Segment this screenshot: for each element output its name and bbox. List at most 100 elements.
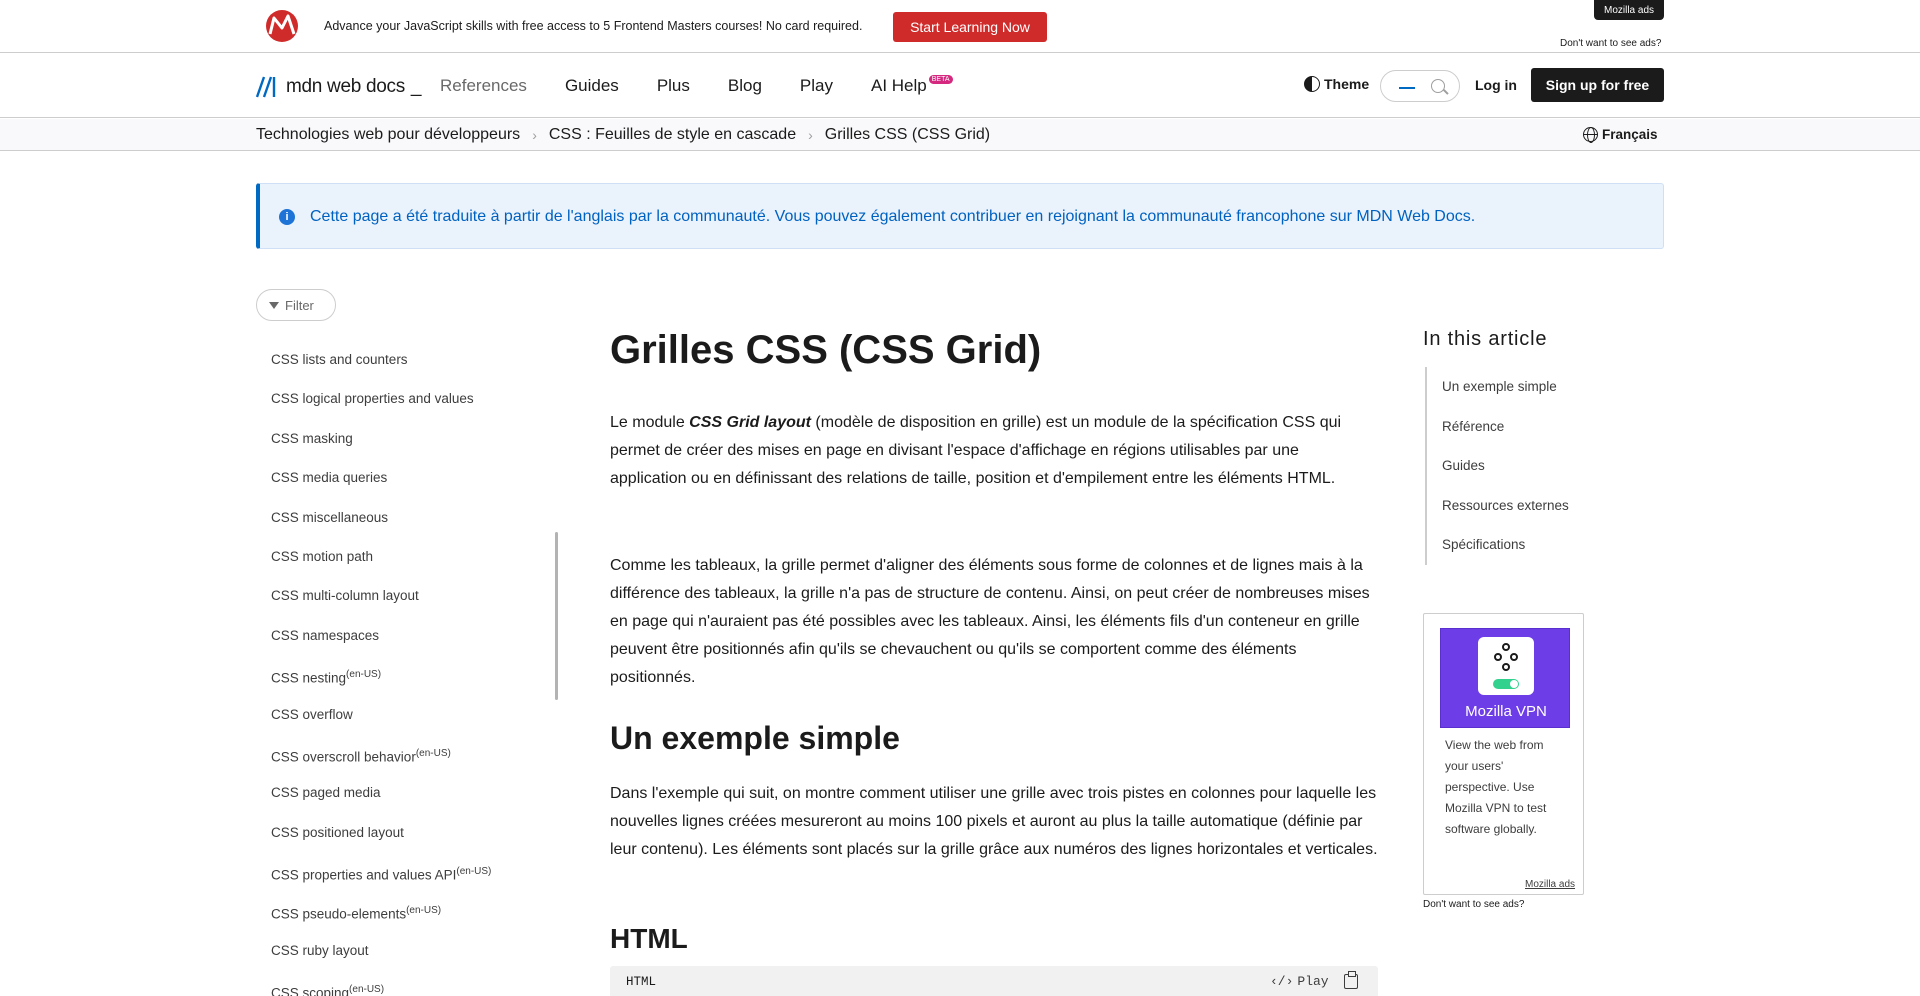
no-ads-link-sidebar[interactable]: Don't want to see ads? <box>1423 899 1524 910</box>
mdn-logo-icon <box>256 76 276 98</box>
logo-text: mdn web docs <box>286 76 405 97</box>
sidebar-item-label: CSS scoping <box>271 985 350 996</box>
sidebar-item-label: CSS ruby layout <box>271 942 369 958</box>
sidebar-item[interactable]: CSS paged media <box>271 783 551 822</box>
language-switcher[interactable]: Français <box>1583 127 1658 143</box>
filter-label: Filter <box>285 297 314 313</box>
sidebar-item[interactable]: CSS multi-column layout <box>271 586 551 625</box>
sidebar-item[interactable]: CSS ruby layout <box>271 941 551 980</box>
sidebar-item-label: CSS masking <box>271 430 353 446</box>
beta-badge: BETA <box>928 75 953 84</box>
translation-notice: i Cette page a été traduite à partir de … <box>256 183 1664 249</box>
sidebar-item[interactable]: CSS scoping(en-US) <box>271 980 551 996</box>
nav-ai-help[interactable]: AI Help BETA <box>871 75 953 96</box>
theme-label: Theme <box>1324 76 1370 92</box>
sidebar-nav: CSS lists and counters CSS logical proper… <box>271 350 551 996</box>
code-play-label: Play <box>1297 974 1329 989</box>
sidebar-item-locale: (en-US) <box>415 747 451 759</box>
mdn-logo[interactable]: mdn web docs _ <box>256 76 422 98</box>
start-learning-button[interactable]: Start Learning Now <box>893 12 1047 42</box>
section-heading-html: HTML <box>610 923 688 954</box>
nav-references[interactable]: References <box>440 76 527 96</box>
vpn-node-icon <box>1494 653 1502 661</box>
toc-item[interactable]: Un exemple simple <box>1427 367 1569 407</box>
page-title: Grilles CSS (CSS Grid) <box>610 328 1042 372</box>
translation-notice-text[interactable]: Cette page a été traduite à partir de l'… <box>310 208 1475 226</box>
sidebar-item-label: CSS nesting <box>271 670 347 686</box>
breadcrumb-item-css-grid[interactable]: Grilles CSS (CSS Grid) <box>825 126 990 144</box>
sidebar-item[interactable]: CSS miscellaneous <box>271 508 551 547</box>
breadcrumb-item-css[interactable]: CSS : Feuilles de style en cascade <box>549 126 796 144</box>
toggle-icon <box>1493 679 1519 689</box>
sidebar-item[interactable]: CSS nesting(en-US) <box>271 665 551 704</box>
theme-switcher[interactable]: Theme <box>1304 76 1369 92</box>
sidebar-item-label: CSS namespaces <box>271 627 380 643</box>
sidebar-item[interactable]: CSS lists and counters <box>271 350 551 389</box>
vpn-node-icon <box>1502 643 1510 651</box>
chevron-right-icon: › <box>808 127 813 143</box>
sidebar-item[interactable]: CSS namespaces <box>271 626 551 665</box>
sidebar-item-locale: (en-US) <box>349 984 385 996</box>
top-navigation: mdn web docs _ References Guides Plus Bl… <box>0 54 1920 118</box>
sidebar-item[interactable]: CSS properties and values API(en-US) <box>271 862 551 901</box>
sidebar-item[interactable]: CSS positioned layout <box>271 823 551 862</box>
section-heading-simple-example: Un exemple simple <box>610 720 900 756</box>
nav-play[interactable]: Play <box>800 76 833 96</box>
sidebar-item-locale: (en-US) <box>456 866 492 878</box>
breadcrumb-bar: Technologies web pour développeurs › CSS… <box>0 119 1920 151</box>
article-paragraph-example: Dans l'exemple qui suit, on montre comme… <box>610 785 1378 858</box>
sidebar-item-label: CSS properties and values API <box>271 867 457 883</box>
mozilla-vpn-banner[interactable]: Mozilla VPN <box>1440 628 1570 728</box>
code-icon: ‹/› <box>1270 974 1294 989</box>
ad-banner-text[interactable]: Advance your JavaScript skills with free… <box>324 19 862 33</box>
ad-copy-text: View the web from your users' perspectiv… <box>1445 738 1547 836</box>
toc-item[interactable]: Ressources externes <box>1427 486 1569 526</box>
sidebar-item[interactable]: CSS motion path <box>271 547 551 586</box>
nav-guides[interactable]: Guides <box>565 76 619 96</box>
breadcrumb-item-web-technologies[interactable]: Technologies web pour développeurs <box>256 126 520 144</box>
globe-icon <box>1583 127 1598 143</box>
toc-item[interactable]: Référence <box>1427 407 1569 447</box>
sidebar-item-locale: (en-US) <box>346 669 382 681</box>
toc-item[interactable]: Guides <box>1427 446 1569 486</box>
search-cursor <box>1399 87 1415 89</box>
intro-emphasis: CSS Grid layout <box>689 414 811 431</box>
sidebar-item-label: CSS logical properties and values <box>271 391 474 407</box>
sidebar-item-label: CSS multi-column layout <box>271 588 419 604</box>
no-ads-link[interactable]: Don't want to see ads? <box>1560 38 1661 49</box>
vpn-node-icon <box>1502 663 1510 671</box>
article-paragraph-intro: Le module CSS Grid layout (modèle de dis… <box>610 409 1378 493</box>
intro-text-before: Le module <box>610 414 690 431</box>
sidebar-item-label: CSS overscroll behavior <box>271 749 416 765</box>
sidebar-item[interactable]: CSS logical properties and values <box>271 389 551 428</box>
vpn-app-icon <box>1478 637 1534 695</box>
clipboard-icon[interactable] <box>1344 971 1358 989</box>
toc-item[interactable]: Spécifications <box>1427 525 1569 565</box>
breadcrumb: Technologies web pour développeurs › CSS… <box>256 126 990 144</box>
code-play-button[interactable]: ‹/› Play <box>1270 974 1329 989</box>
sidebar-item[interactable]: CSS overflow <box>271 705 551 744</box>
ad-banner: Advance your JavaScript skills with free… <box>0 0 1920 53</box>
sidebar-item[interactable]: CSS media queries <box>271 468 551 507</box>
chevron-right-icon: › <box>532 127 537 143</box>
sidebar-ad[interactable]: Mozilla VPN View the web from your users… <box>1423 613 1584 895</box>
sidebar-filter-button[interactable]: Filter <box>256 289 336 321</box>
sidebar-scrollbar[interactable] <box>555 532 558 700</box>
code-language-label: HTML <box>626 975 657 989</box>
search-input[interactable] <box>1380 70 1460 102</box>
code-block-header: HTML ‹/› Play <box>610 966 1378 996</box>
nav-blog[interactable]: Blog <box>728 76 762 96</box>
article-paragraph-tables: Comme les tableaux, la grille permet d'a… <box>610 557 1370 686</box>
sidebar-item[interactable]: CSS overscroll behavior(en-US) <box>271 744 551 783</box>
mozilla-ads-badge[interactable]: Mozilla ads <box>1594 0 1664 20</box>
login-link[interactable]: Log in <box>1475 77 1517 93</box>
frontend-masters-logo-icon[interactable] <box>260 8 304 44</box>
sidebar-item-label: CSS media queries <box>271 470 388 486</box>
sidebar-item[interactable]: CSS pseudo-elements(en-US) <box>271 901 551 940</box>
signup-button[interactable]: Sign up for free <box>1531 68 1664 102</box>
sidebar-item-label: CSS motion path <box>271 548 374 564</box>
sidebar-item[interactable]: CSS masking <box>271 429 551 468</box>
nav-plus[interactable]: Plus <box>657 76 690 96</box>
language-label: Français <box>1602 127 1658 142</box>
mozilla-ads-link[interactable]: Mozilla ads <box>1525 879 1575 890</box>
